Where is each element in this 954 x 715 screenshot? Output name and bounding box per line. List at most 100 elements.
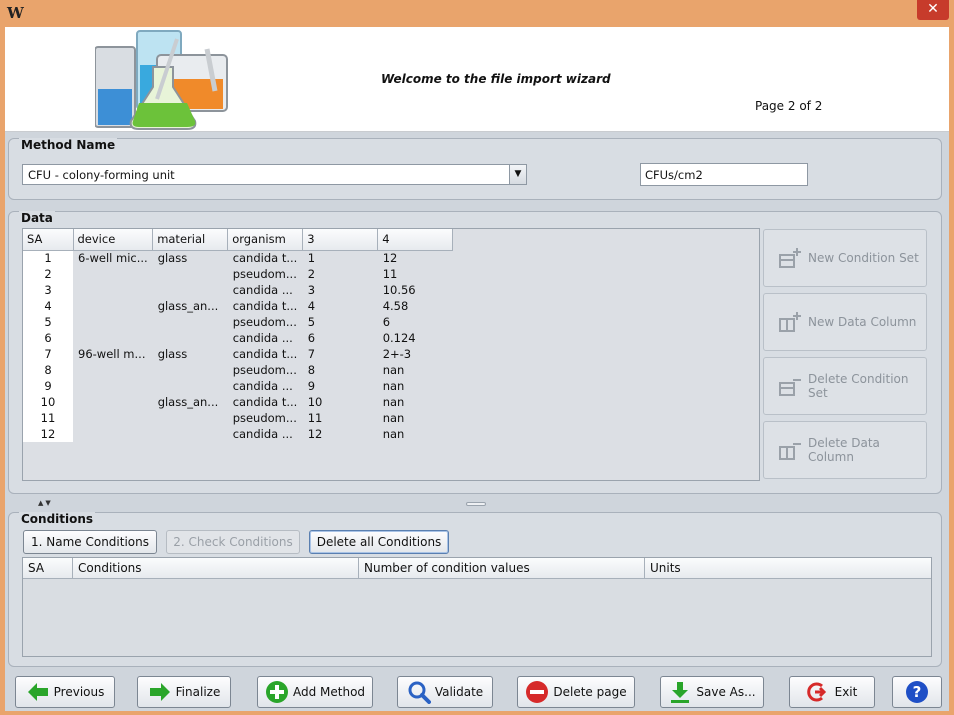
cell-device[interactable] [73, 298, 153, 314]
cell-organism[interactable]: candida t... [228, 346, 303, 362]
conditions-table[interactable]: SA Conditions Number of condition values… [22, 557, 932, 657]
cell-col-3[interactable]: 5 [303, 314, 378, 330]
cell-organism[interactable]: candida ... [228, 330, 303, 346]
cell-sa[interactable]: 4 [23, 298, 73, 314]
new-condition-set-button[interactable]: New Condition Set [763, 229, 927, 287]
cell-col-4[interactable]: nan [378, 378, 453, 394]
cell-sa[interactable]: 3 [23, 282, 73, 298]
column-header-units[interactable]: Units [645, 558, 931, 578]
cell-sa[interactable]: 1 [23, 250, 73, 266]
cell-material[interactable] [153, 266, 228, 282]
cell-organism[interactable]: candida t... [228, 298, 303, 314]
cell-col-4[interactable]: nan [378, 362, 453, 378]
cell-material[interactable] [153, 314, 228, 330]
table-row[interactable]: 12 candida ... 12 nan [23, 426, 453, 442]
check-conditions-button[interactable]: 2. Check Conditions [166, 530, 300, 554]
cell-organism[interactable]: pseudom... [228, 314, 303, 330]
cell-col-4[interactable]: nan [378, 394, 453, 410]
chevron-down-icon[interactable]: ▼ [509, 165, 526, 184]
column-header-material[interactable]: material [152, 229, 229, 251]
table-row[interactable]: 6 candida ... 6 0.124 [23, 330, 453, 346]
cell-sa[interactable]: 8 [23, 362, 73, 378]
cell-material[interactable] [153, 410, 228, 426]
cell-device[interactable] [73, 314, 153, 330]
delete-page-button[interactable]: Delete page [517, 676, 635, 708]
data-table[interactable]: SA device material organism 3 4 1 6-well … [22, 228, 760, 481]
cell-organism[interactable]: candida ... [228, 426, 303, 442]
cell-col-4[interactable]: 0.124 [378, 330, 453, 346]
table-row[interactable]: 8 pseudom... 8 nan [23, 362, 453, 378]
cell-device[interactable] [73, 362, 153, 378]
cell-col-4[interactable]: 2+-3 [378, 346, 453, 362]
cell-organism[interactable]: candida t... [228, 394, 303, 410]
table-row[interactable]: 9 candida ... 9 nan [23, 378, 453, 394]
help-button[interactable]: ? [892, 676, 942, 708]
cell-sa[interactable]: 9 [23, 378, 73, 394]
cell-sa[interactable]: 12 [23, 426, 73, 442]
cell-col-3[interactable]: 10 [303, 394, 378, 410]
delete-condition-set-button[interactable]: Delete Condition Set [763, 357, 927, 415]
cell-device[interactable] [73, 410, 153, 426]
column-header-sa[interactable]: SA [23, 229, 74, 251]
save-as-button[interactable]: Save As... [660, 676, 764, 708]
name-conditions-button[interactable]: 1. Name Conditions [23, 530, 157, 554]
cell-material[interactable] [153, 282, 228, 298]
cell-device[interactable] [73, 330, 153, 346]
cell-material[interactable]: glass [153, 346, 228, 362]
cell-col-3[interactable]: 8 [303, 362, 378, 378]
new-data-column-button[interactable]: New Data Column [763, 293, 927, 351]
cell-device[interactable]: 96-well m... [73, 346, 153, 362]
unit-field[interactable]: CFUs/cm2 [640, 163, 808, 186]
previous-button[interactable]: Previous [15, 676, 115, 708]
cell-material[interactable] [153, 426, 228, 442]
cell-col-3[interactable]: 9 [303, 378, 378, 394]
column-header-3[interactable]: 3 [302, 229, 379, 251]
cell-organism[interactable]: candida t... [228, 250, 303, 266]
column-header-device[interactable]: device [73, 229, 154, 251]
cell-col-4[interactable]: 11 [378, 266, 453, 282]
cell-col-3[interactable]: 12 [303, 426, 378, 442]
cell-material[interactable]: glass_an... [153, 394, 228, 410]
cell-col-3[interactable]: 6 [303, 330, 378, 346]
cell-col-3[interactable]: 7 [303, 346, 378, 362]
cell-sa[interactable]: 7 [23, 346, 73, 362]
cell-device[interactable] [73, 426, 153, 442]
table-row[interactable]: 3 candida ... 3 10.56 [23, 282, 453, 298]
exit-button[interactable]: Exit [789, 676, 875, 708]
cell-col-4[interactable]: 10.56 [378, 282, 453, 298]
cell-col-4[interactable]: 6 [378, 314, 453, 330]
table-row[interactable]: 11 pseudom... 11 nan [23, 410, 453, 426]
cell-device[interactable] [73, 266, 153, 282]
cell-device[interactable] [73, 282, 153, 298]
cell-col-3[interactable]: 1 [303, 250, 378, 266]
cell-col-3[interactable]: 4 [303, 298, 378, 314]
method-select[interactable]: CFU - colony-forming unit ▼ [22, 164, 527, 185]
splitter-arrows-icon[interactable]: ▲▼ [38, 499, 53, 507]
cell-material[interactable] [153, 362, 228, 378]
table-row[interactable]: 5 pseudom... 5 6 [23, 314, 453, 330]
finalize-button[interactable]: Finalize [137, 676, 231, 708]
column-header-sa[interactable]: SA [23, 558, 73, 578]
table-row[interactable]: 7 96-well m... glass candida t... 7 2+-3 [23, 346, 453, 362]
add-method-button[interactable]: Add Method [257, 676, 373, 708]
cell-organism[interactable]: pseudom... [228, 266, 303, 282]
splitter-handle[interactable] [466, 502, 486, 506]
cell-organism[interactable]: candida ... [228, 378, 303, 394]
cell-organism[interactable]: pseudom... [228, 410, 303, 426]
cell-col-4[interactable]: nan [378, 426, 453, 442]
cell-sa[interactable]: 5 [23, 314, 73, 330]
table-row[interactable]: 10 glass_an... candida t... 10 nan [23, 394, 453, 410]
column-header-number-of-condition-values[interactable]: Number of condition values [359, 558, 645, 578]
cell-material[interactable]: glass_an... [153, 298, 228, 314]
cell-col-3[interactable]: 11 [303, 410, 378, 426]
table-row[interactable]: 4 glass_an... candida t... 4 4.58 [23, 298, 453, 314]
cell-material[interactable] [153, 378, 228, 394]
window-close-button[interactable]: ✕ [917, 0, 949, 20]
validate-button[interactable]: Validate [397, 676, 493, 708]
cell-sa[interactable]: 6 [23, 330, 73, 346]
cell-device[interactable] [73, 394, 153, 410]
column-header-organism[interactable]: organism [227, 229, 304, 251]
cell-sa[interactable]: 10 [23, 394, 73, 410]
cell-sa[interactable]: 11 [23, 410, 73, 426]
cell-col-3[interactable]: 3 [303, 282, 378, 298]
